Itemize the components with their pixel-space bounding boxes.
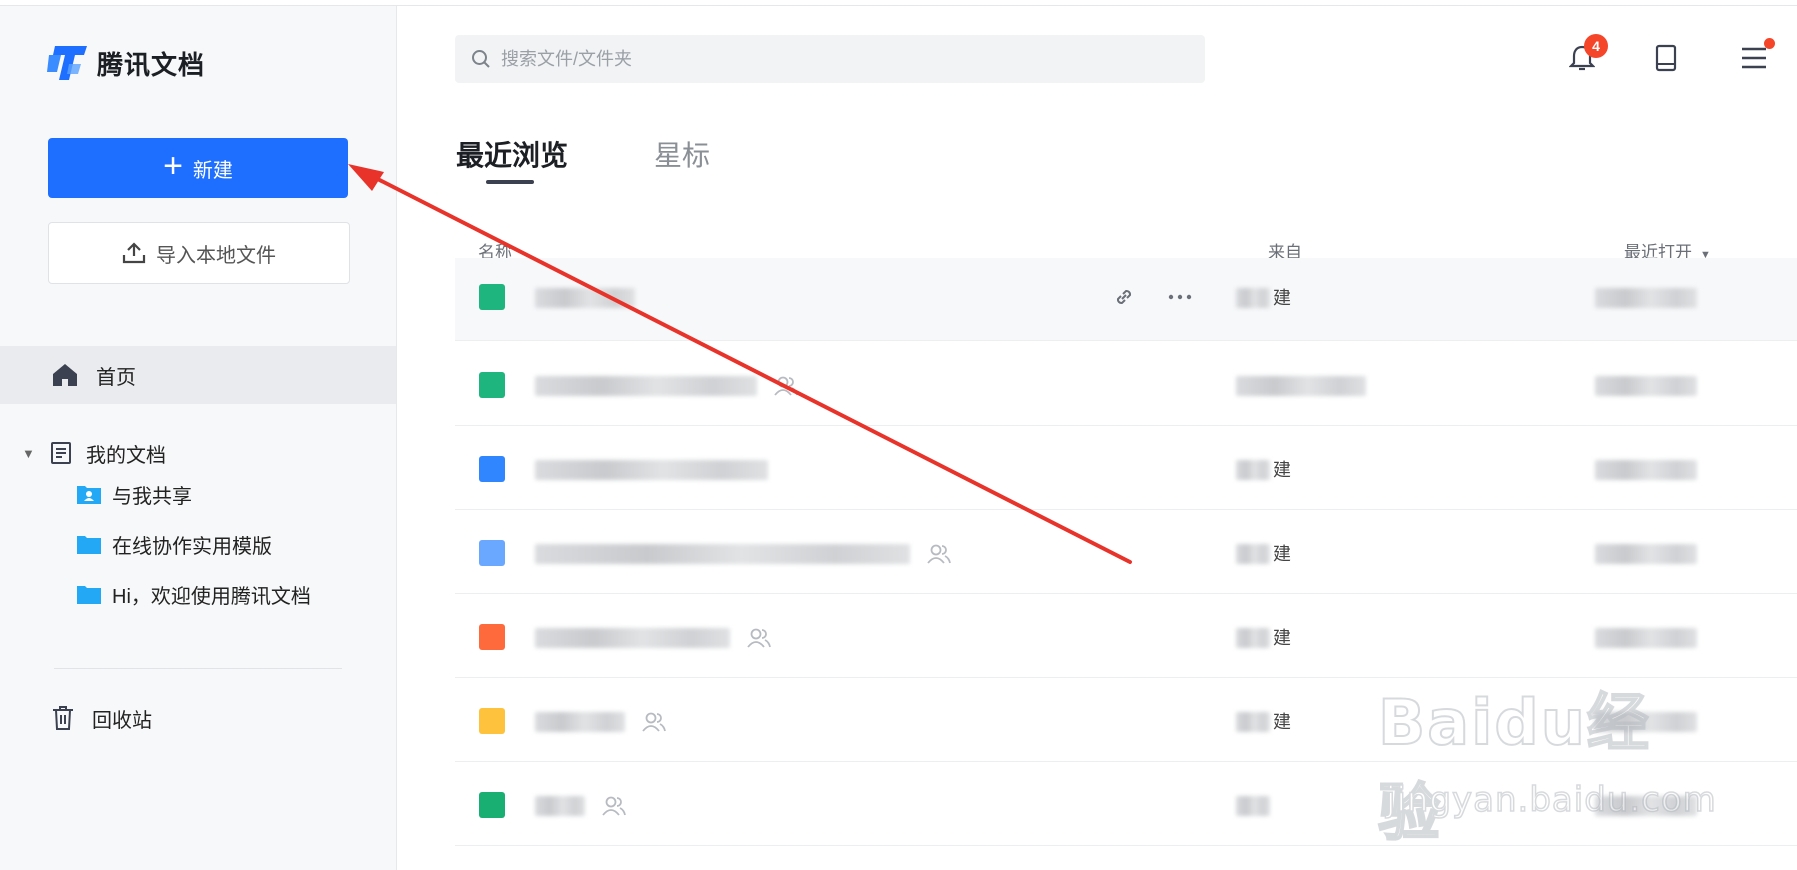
tab-recent[interactable]: 最近浏览 xyxy=(456,134,568,174)
import-local-file-button[interactable]: 导入本地文件 xyxy=(48,222,350,284)
tablet-icon xyxy=(1655,44,1677,72)
tab-starred[interactable]: 星标 xyxy=(654,134,710,174)
new-button-label: 新建 xyxy=(192,159,233,182)
sidebar-item-home[interactable]: 首页 xyxy=(0,346,396,404)
tencent-docs-logo-icon xyxy=(47,46,87,80)
home-icon xyxy=(53,364,77,386)
file-type-icon xyxy=(479,708,505,734)
collapse-caret-icon[interactable]: ▼ xyxy=(22,446,36,461)
notification-badge: 4 xyxy=(1584,34,1608,58)
sidebar-item-label: 回收站 xyxy=(92,709,152,732)
more-options-button[interactable] xyxy=(1163,280,1197,314)
file-type-icon xyxy=(479,372,505,398)
search-icon xyxy=(472,50,490,68)
file-row[interactable] xyxy=(455,342,1797,426)
document-icon xyxy=(51,442,71,464)
notifications-button[interactable]: 4 xyxy=(1564,34,1608,76)
trash-icon xyxy=(53,706,73,730)
sidebar-item-label: 首页 xyxy=(96,366,136,389)
sidebar-item-label: 我的文档 xyxy=(86,444,166,467)
shared-users-icon xyxy=(926,543,952,565)
hamburger-menu-icon xyxy=(1742,47,1766,69)
last-opened-redacted xyxy=(1595,288,1697,308)
last-opened-redacted xyxy=(1595,628,1697,648)
watermark-url: jingyan.baidu.com xyxy=(1385,779,1717,821)
sidebar-item-trash[interactable]: 回收站 xyxy=(52,696,152,740)
menu-update-dot xyxy=(1764,38,1775,49)
file-source-label: 建 xyxy=(1273,544,1291,564)
file-name-redacted[interactable] xyxy=(535,796,585,816)
file-type-icon xyxy=(479,792,505,818)
folder-label: Hi，欢迎使用腾讯文档 xyxy=(112,585,311,608)
file-owner-redacted xyxy=(1236,544,1270,564)
file-name-redacted[interactable] xyxy=(535,288,635,308)
folder-label: 与我共享 xyxy=(112,485,192,508)
folder-collaboration-templates[interactable]: 在线协作实用模版 xyxy=(76,524,272,564)
file-name-redacted[interactable] xyxy=(535,712,625,732)
new-document-button[interactable]: + 新建 xyxy=(48,138,348,198)
sidebar-divider xyxy=(54,668,342,669)
file-owner-redacted xyxy=(1236,628,1270,648)
last-opened-redacted xyxy=(1595,544,1697,564)
menu-button[interactable] xyxy=(1736,38,1775,76)
baidu-jingyan-watermark: Baidu经验 jingyan.baidu.com xyxy=(1377,672,1717,850)
sidebar-item-my-docs[interactable]: ▼ 我的文档 xyxy=(0,424,396,482)
file-name-redacted[interactable] xyxy=(535,628,730,648)
file-owner-redacted xyxy=(1236,796,1270,816)
shared-users-icon xyxy=(601,795,627,817)
folder-welcome[interactable]: Hi，欢迎使用腾讯文档 xyxy=(76,574,311,614)
folder-icon xyxy=(77,536,101,554)
last-opened-redacted xyxy=(1595,376,1697,396)
mobile-app-button[interactable] xyxy=(1648,40,1684,76)
shared-users-icon xyxy=(641,711,667,733)
file-type-icon xyxy=(479,456,505,482)
file-type-icon xyxy=(479,540,505,566)
file-owner-redacted xyxy=(1236,712,1270,732)
file-owner-redacted xyxy=(1236,288,1270,308)
file-name-redacted[interactable] xyxy=(535,460,768,480)
ellipsis-icon xyxy=(1168,294,1192,300)
copy-link-button[interactable] xyxy=(1107,280,1141,314)
active-tab-indicator xyxy=(486,180,534,184)
last-opened-redacted xyxy=(1595,460,1697,480)
app-name: 腾讯文档 xyxy=(97,49,206,80)
file-source-label: 建 xyxy=(1273,628,1291,648)
watermark-logo: Baidu经验 xyxy=(1377,685,1651,850)
folder-icon xyxy=(77,586,101,604)
file-row[interactable]: 建 xyxy=(455,594,1797,678)
plus-icon: + xyxy=(163,147,183,185)
file-source-label: 建 xyxy=(1273,460,1291,480)
file-row[interactable]: 建 xyxy=(455,426,1797,510)
file-type-icon xyxy=(479,284,505,310)
upload-icon xyxy=(122,242,146,264)
file-owner-redacted xyxy=(1236,460,1270,480)
app-logo[interactable]: 腾讯文档 xyxy=(47,44,205,82)
file-name-redacted[interactable] xyxy=(535,376,757,396)
shared-users-icon xyxy=(746,627,772,649)
link-icon xyxy=(1116,289,1132,305)
file-owner-redacted xyxy=(1236,376,1366,396)
folder-label: 在线协作实用模版 xyxy=(112,535,272,558)
file-source-label: 建 xyxy=(1273,712,1291,732)
file-row[interactable]: 建 xyxy=(455,258,1797,341)
file-type-icon xyxy=(479,624,505,650)
import-button-label: 导入本地文件 xyxy=(156,244,276,267)
folder-shared-with-me[interactable]: 与我共享 xyxy=(76,474,192,514)
sidebar: 腾讯文档 + 新建 导入本地文件 首页 ▼ 我的文档 与我共享 在线协作实用模版… xyxy=(0,6,397,870)
file-source-label: 建 xyxy=(1273,288,1291,308)
shared-folder-icon xyxy=(77,486,101,504)
file-name-redacted[interactable] xyxy=(535,544,910,564)
shared-users-icon xyxy=(773,375,799,397)
file-row[interactable]: 建 xyxy=(455,510,1797,594)
search-bar[interactable] xyxy=(455,35,1205,83)
search-input[interactable] xyxy=(501,48,1141,70)
